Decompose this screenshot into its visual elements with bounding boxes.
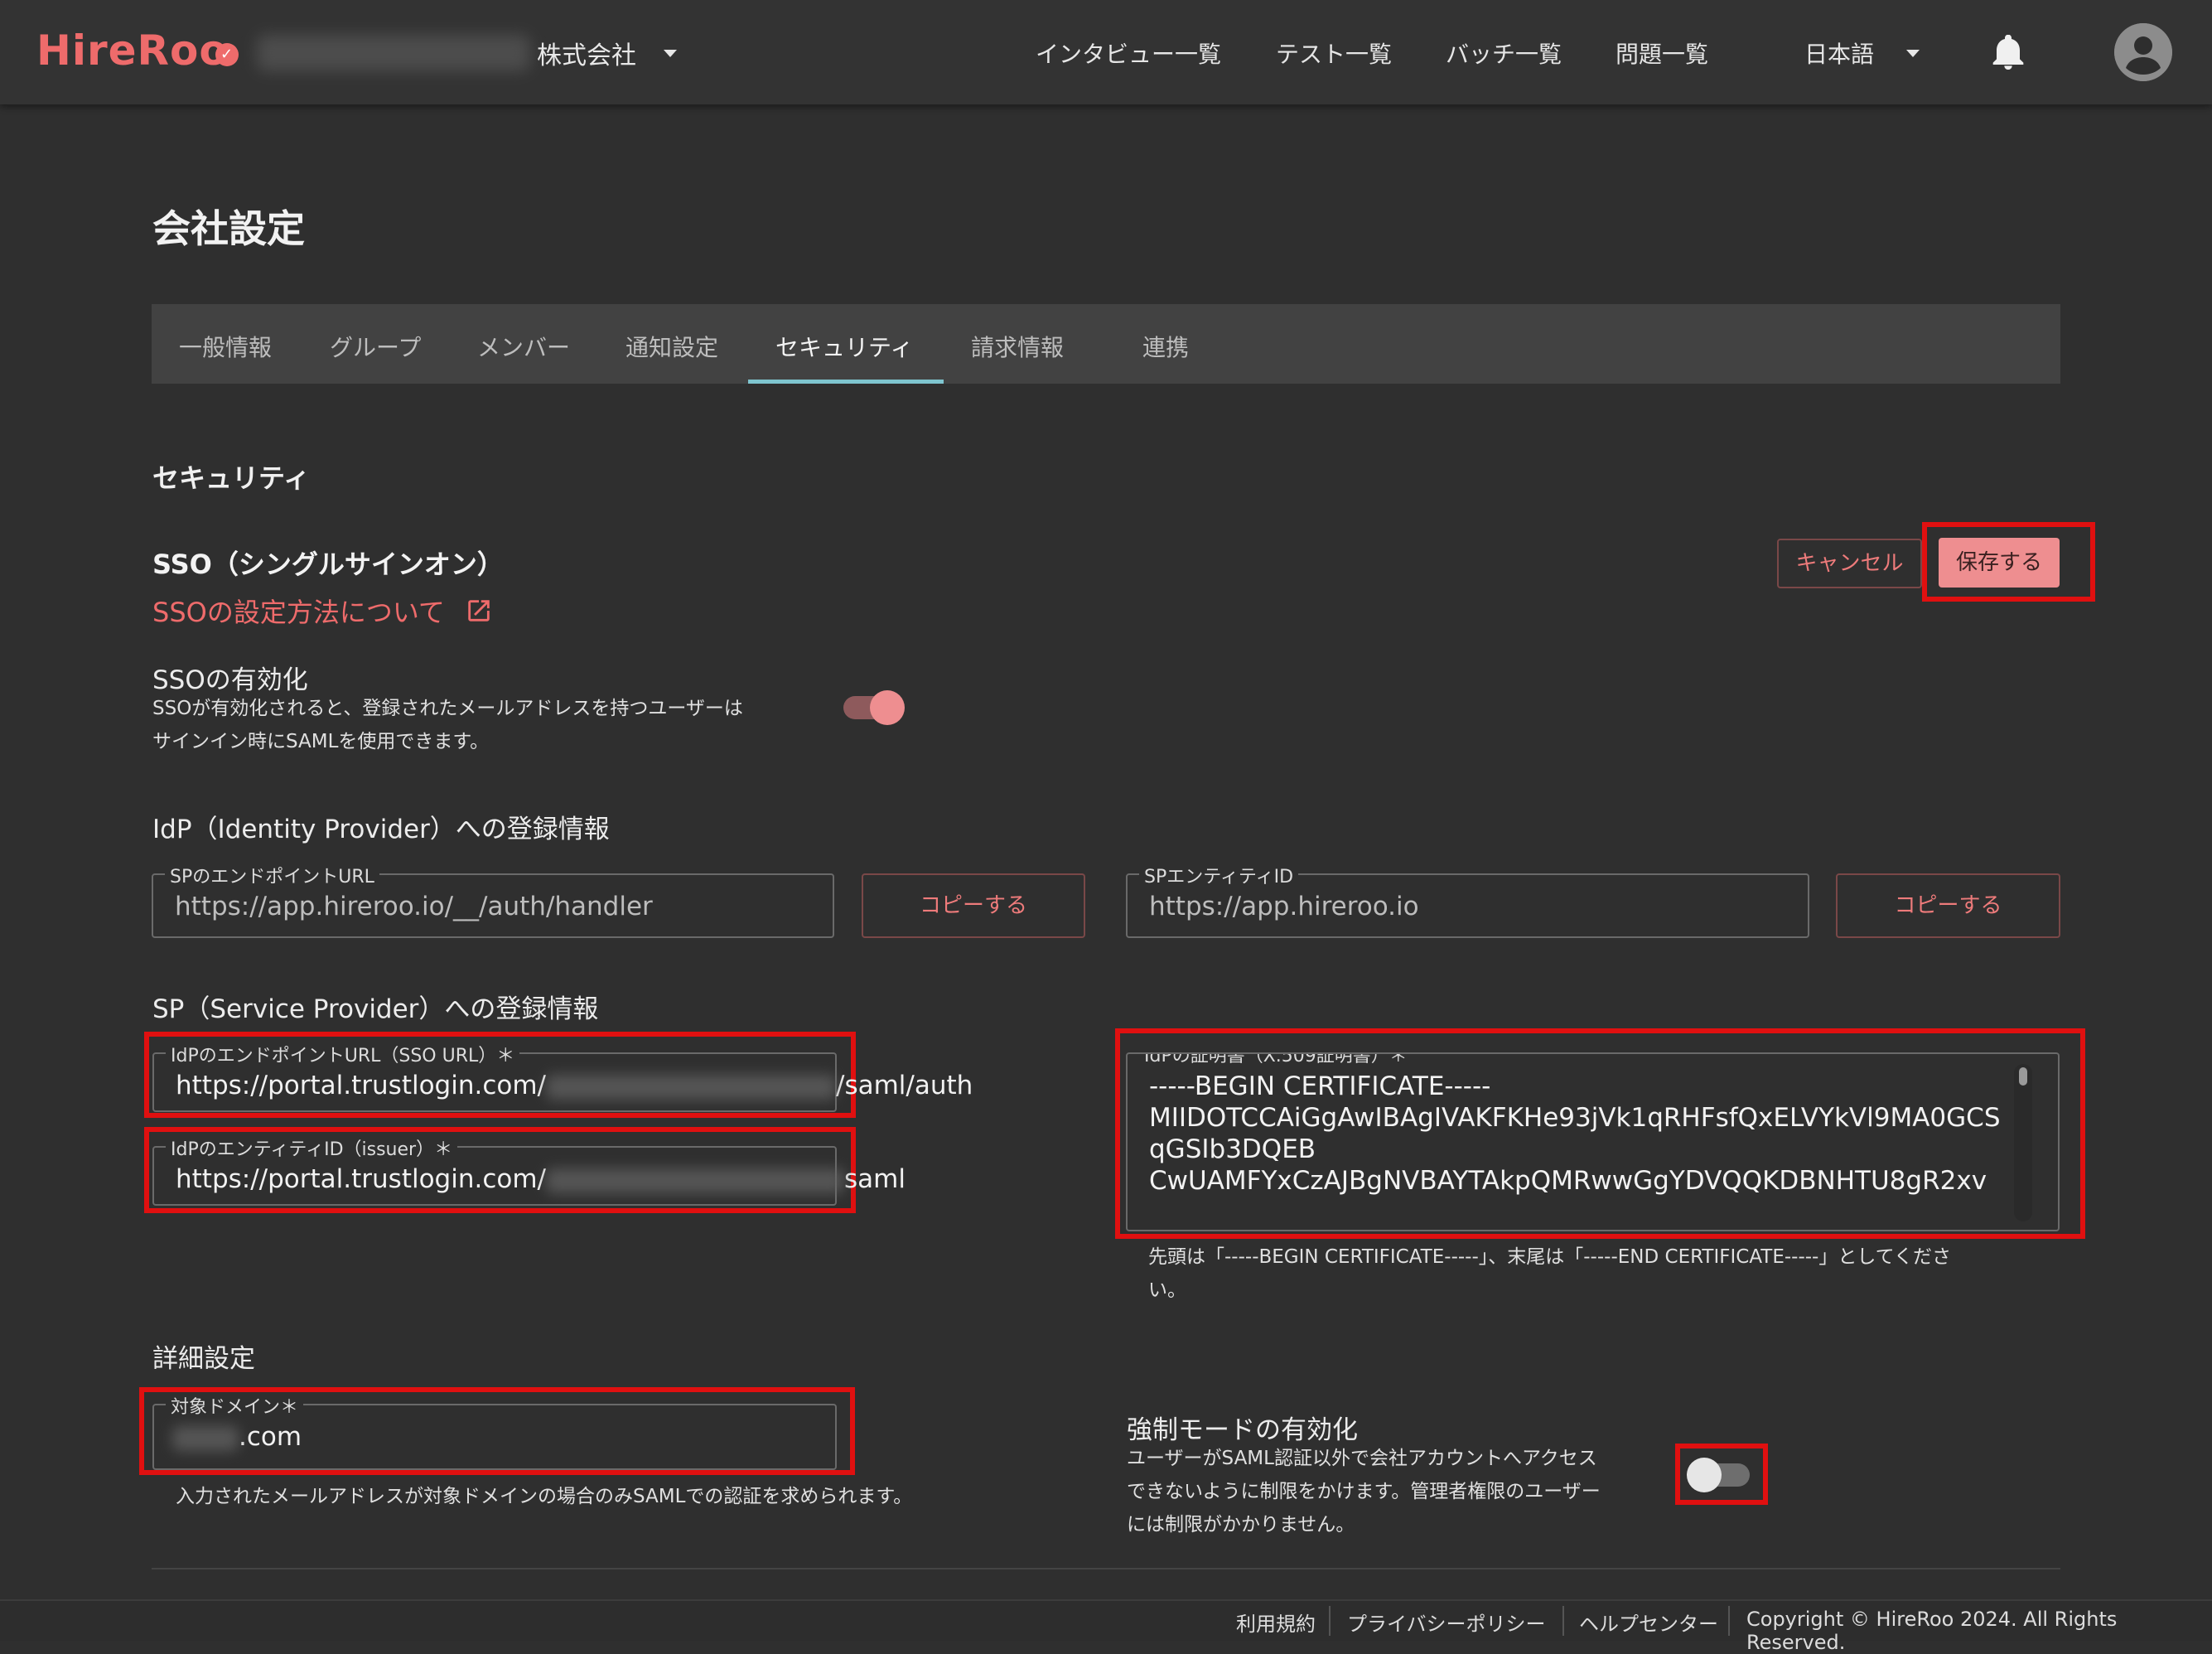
redacted-domain — [172, 1425, 239, 1451]
bell-icon[interactable] — [1992, 35, 2025, 71]
company-suffix: 株式会社 — [537, 41, 636, 70]
force-desc-line1: ユーザーがSAML認証以外で会社アカウントへアクセス — [1127, 1448, 1597, 1469]
target-domain-value: .com — [172, 1422, 302, 1452]
cert-line: qGSIb3DQEB — [1149, 1134, 1316, 1164]
company-name-redacted — [257, 35, 530, 71]
copy-sp-entity-button[interactable]: コピーする — [1836, 873, 2060, 938]
tab-integrations[interactable]: 連携 — [1142, 330, 1189, 363]
external-link-icon — [468, 600, 490, 621]
page-title: 会社設定 — [152, 206, 305, 251]
sp-section-title: SP（Service Provider）への登録情報 — [152, 994, 599, 1024]
idp-section-title: IdP（Identity Provider）への登録情報 — [152, 815, 610, 844]
force-desc-line2: できないように制限をかけます。管理者権限のユーザー — [1127, 1481, 1601, 1502]
force-mode-label: 強制モードの有効化 — [1127, 1415, 1358, 1445]
sp-entity-id-value: https://app.hireroo.io — [1149, 892, 1419, 921]
target-domain-helper-text: 入力されたメールアドレスが対象ドメインの場合のみSAMLでの認証を求められます。 — [176, 1486, 913, 1507]
idp-entity-id-value: https://portal.trustlogin.com/saml — [176, 1164, 906, 1194]
idp-entity-prefix: https://portal.trustlogin.com/ — [176, 1164, 547, 1194]
sp-endpoint-url-label: SPのエンドポイントURL — [165, 862, 379, 888]
idp-entity-id-field[interactable]: IdPのエンティティID（issuer）＊ https://portal.tru… — [152, 1134, 906, 1206]
sso-enable-label: SSOの有効化 — [152, 665, 308, 695]
active-tab-indicator — [748, 380, 944, 384]
nav-batches[interactable]: バッチ一覧 — [1446, 36, 1562, 70]
footer-separator — [1329, 1606, 1331, 1636]
sp-entity-id-label: SPエンティティID — [1139, 862, 1299, 888]
idp-endpoint-prefix: https://portal.trustlogin.com/ — [176, 1071, 547, 1100]
sso-enable-description: SSOが有効化されると、登録されたメールアドレスを持つユーザーは サインイン時に… — [152, 692, 743, 758]
cert-help-line2: い。 — [1148, 1279, 1186, 1301]
idp-certificate-content: -----BEGIN CERTIFICATE----- MIIDOTCCAiGg… — [1149, 1071, 2001, 1197]
force-mode-description: ユーザーがSAML認証以外で会社アカウントへアクセス できないように制限をかけま… — [1127, 1442, 1601, 1541]
sso-enable-desc-line2: サインイン時にSAMLを使用できます。 — [152, 731, 490, 752]
nav-interviews[interactable]: インタビュー一覧 — [1036, 36, 1221, 70]
cert-line: MIIDOTCCAiGgAwIBAgIVAKFKHe93jVk1qRHFsfQx… — [1149, 1103, 2001, 1133]
idp-certificate-textarea[interactable]: IdPの証明書（X.509証明書）＊ -----BEGIN CERTIFICAT… — [1126, 1052, 2060, 1231]
tab-general[interactable]: 一般情報 — [179, 330, 272, 363]
idp-entity-suffix: saml — [844, 1164, 906, 1194]
section-title: セキュリティ — [152, 462, 311, 494]
sp-endpoint-url-value: https://app.hireroo.io/__/auth/handler — [175, 892, 653, 921]
nav-tests[interactable]: テスト一覧 — [1276, 36, 1392, 70]
logo-text: HireRoo — [36, 27, 229, 75]
idp-endpoint-suffix: /saml/auth — [836, 1071, 973, 1100]
cert-help-line1: 先頭は「-----BEGIN CERTIFICATE-----」、末尾は「---… — [1148, 1246, 1951, 1268]
company-selector[interactable]: 株式会社 — [537, 35, 636, 71]
force-mode-toggle-knob[interactable] — [1687, 1458, 1722, 1492]
content-divider — [152, 1568, 2060, 1569]
footer-terms-link[interactable]: 利用規約 — [1236, 1608, 1316, 1637]
save-button[interactable]: 保存する — [1939, 538, 2060, 588]
idp-certificate-label: IdPの証明書（X.509証明書）＊ — [1139, 1054, 1413, 1067]
sso-enable-desc-line1: SSOが有効化されると、登録されたメールアドレスを持つユーザーは — [152, 698, 743, 719]
sso-toggle-knob[interactable] — [870, 690, 905, 725]
language-selector[interactable]: 日本語 — [1804, 36, 1874, 70]
detail-settings-title: 詳細設定 — [152, 1344, 255, 1374]
certificate-scrollbar-track[interactable] — [2014, 1064, 2032, 1221]
certificate-helper-text: 先頭は「-----BEGIN CERTIFICATE-----」、末尾は「---… — [1148, 1240, 1951, 1307]
tab-billing[interactable]: 請求情報 — [971, 330, 1064, 363]
footer-copyright: Copyright © HireRoo 2024. All Rights Res… — [1746, 1608, 2118, 1654]
idp-endpoint-url-value: https://portal.trustlogin.com/ /saml/auth — [176, 1071, 973, 1100]
cert-line: CwUAMFYxCzAJBgNVBAYTAkpQMRwwGgYDVQQKDBNH… — [1149, 1166, 1987, 1196]
tab-groups[interactable]: グループ — [330, 330, 421, 363]
sso-setup-link-text: SSOの設定方法について — [152, 597, 445, 628]
footer-separator — [1562, 1606, 1564, 1636]
cert-line: -----BEGIN CERTIFICATE----- — [1149, 1071, 1491, 1101]
sso-title: SSO（シングルサインオン） — [152, 549, 504, 580]
sp-endpoint-url-field[interactable]: SPのエンドポイントURL https://app.hireroo.io/__/… — [152, 862, 834, 938]
logo-badge-icon: ✓ — [215, 43, 239, 66]
caret-down-icon[interactable] — [664, 50, 677, 57]
settings-tabs — [152, 304, 2060, 384]
target-domain-suffix: .com — [239, 1422, 302, 1452]
copy-sp-endpoint-button[interactable]: コピーする — [862, 873, 1085, 938]
cancel-button[interactable]: キャンセル — [1777, 539, 1922, 588]
redacted-tenant — [546, 1168, 845, 1193]
force-desc-line3: には制限がかかりません。 — [1127, 1514, 1355, 1536]
language-caret-down-icon[interactable] — [1906, 50, 1920, 57]
idp-endpoint-url-field[interactable]: IdPのエンドポイントURL（SSO URL）＊ https://portal.… — [152, 1041, 973, 1112]
tab-notifications[interactable]: 通知設定 — [625, 330, 718, 363]
footer-help-link[interactable]: ヘルプセンター — [1579, 1608, 1718, 1637]
nav-questions[interactable]: 問題一覧 — [1616, 36, 1708, 70]
tab-members[interactable]: メンバー — [477, 330, 570, 363]
footer-privacy-link[interactable]: プライバシーポリシー — [1347, 1608, 1546, 1637]
redacted-tenant — [546, 1074, 837, 1100]
footer-separator — [1728, 1606, 1730, 1636]
sp-entity-id-field[interactable]: SPエンティティID https://app.hireroo.io — [1126, 862, 1809, 938]
certificate-scrollbar-thumb[interactable] — [2019, 1067, 2027, 1086]
tab-security[interactable]: セキュリティ — [775, 330, 913, 363]
target-domain-field[interactable]: 対象ドメイン＊ .com — [152, 1392, 837, 1470]
target-domain-label: 対象ドメイン＊ — [166, 1392, 304, 1419]
sso-setup-link[interactable]: SSOの設定方法について — [152, 592, 493, 630]
avatar-icon[interactable] — [2114, 23, 2172, 81]
idp-endpoint-url-label: IdPのエンドポイントURL（SSO URL）＊ — [166, 1041, 520, 1067]
hireroo-logo[interactable]: HireRoo ✓ — [36, 27, 239, 75]
idp-entity-id-label: IdPのエンティティID（issuer）＊ — [166, 1134, 458, 1161]
